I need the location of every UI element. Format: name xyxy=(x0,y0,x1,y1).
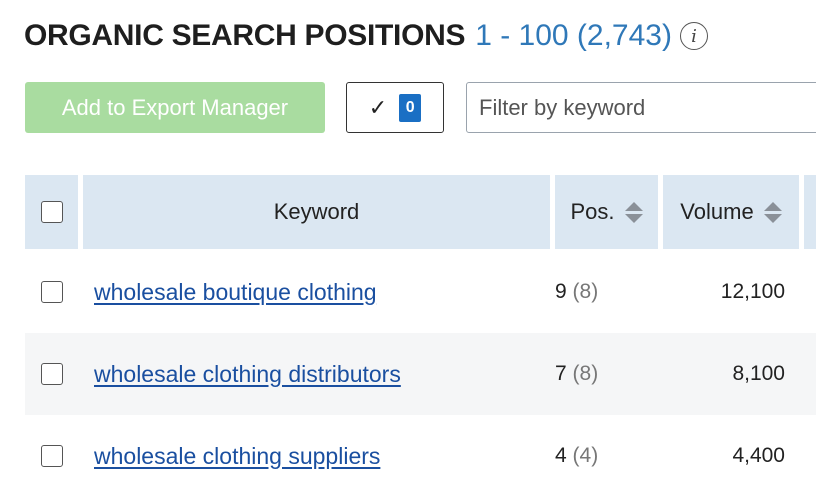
column-header-volume-label: Volume xyxy=(680,199,754,224)
table-row: wholesale clothing suppliers 4 (4) 4,400 xyxy=(25,415,816,497)
selected-keywords-button[interactable]: ✓ 0 xyxy=(346,82,444,133)
column-header-keyword-label: Keyword xyxy=(273,199,360,224)
header-select-all-cell xyxy=(25,175,78,249)
sort-icon[interactable] xyxy=(763,201,782,223)
column-header-volume[interactable]: Volume xyxy=(663,175,799,249)
previous-position: (4) xyxy=(572,444,599,467)
column-header-pos-label: Pos. xyxy=(570,199,615,224)
add-to-export-manager-button[interactable]: Add to Export Manager xyxy=(25,82,325,133)
sort-icon[interactable] xyxy=(624,201,643,223)
position-cell: 9 (8) xyxy=(555,280,655,304)
position-cell: 7 (8) xyxy=(555,362,655,386)
column-header-pos[interactable]: Pos. xyxy=(555,175,658,249)
page-header: ORGANIC SEARCH POSITIONS 1 - 100 (2,743)… xyxy=(24,16,708,56)
position-value: 7 xyxy=(555,362,567,385)
select-all-checkbox[interactable] xyxy=(40,201,63,223)
volume-cell: 12,100 xyxy=(720,280,785,303)
row-checkbox[interactable] xyxy=(41,445,63,467)
results-range: 1 - 100 (2,743) xyxy=(475,19,672,52)
table-row: wholesale clothing distributors 7 (8) 8,… xyxy=(25,333,816,416)
position-value: 4 xyxy=(555,444,567,467)
keyword-link[interactable]: wholesale clothing suppliers xyxy=(94,443,380,470)
previous-position: (8) xyxy=(572,280,599,303)
info-icon[interactable]: i xyxy=(679,22,708,50)
selected-count-badge: 0 xyxy=(399,93,422,122)
checkmark-icon: ✓ xyxy=(368,94,388,120)
filter-by-keyword-input[interactable] xyxy=(466,82,816,133)
keyword-link[interactable]: wholesale clothing distributors xyxy=(94,361,401,388)
volume-cell: 8,100 xyxy=(732,362,785,385)
keyword-link[interactable]: wholesale boutique clothing xyxy=(94,279,377,306)
page-title: ORGANIC SEARCH POSITIONS xyxy=(24,19,466,52)
volume-cell: 4,400 xyxy=(732,444,785,467)
column-header-more xyxy=(804,175,816,249)
position-cell: 4 (4) xyxy=(555,444,655,468)
column-header-keyword[interactable]: Keyword xyxy=(83,175,550,249)
row-checkbox[interactable] xyxy=(41,281,63,303)
previous-position: (8) xyxy=(572,362,599,385)
position-value: 9 xyxy=(555,280,567,303)
row-checkbox[interactable] xyxy=(41,363,63,385)
table-row: wholesale boutique clothing 9 (8) 12,100 xyxy=(25,251,816,334)
